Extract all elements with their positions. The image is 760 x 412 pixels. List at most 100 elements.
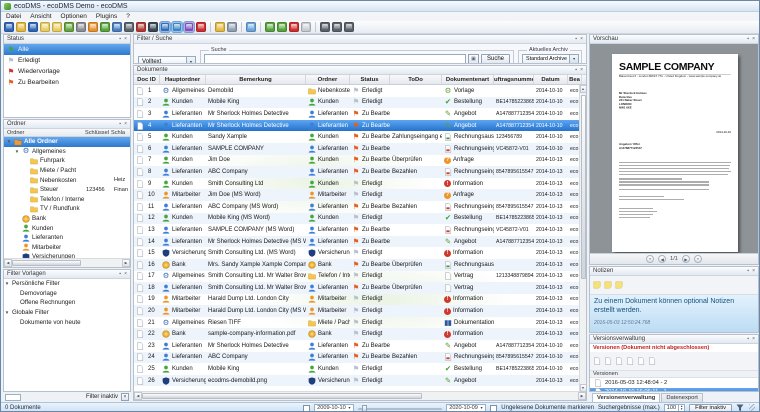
last-page-button[interactable]: » [694, 255, 702, 263]
mark-unread-checkbox[interactable] [490, 405, 497, 412]
close-icon[interactable]: × [124, 36, 127, 42]
table-row[interactable]: 20MitarbeiterHarald Dump Ltd. London Cit… [134, 305, 586, 317]
close-icon[interactable]: × [752, 336, 755, 342]
folder-item-allgemeines[interactable]: ▼⚙Allgemeines [4, 147, 130, 157]
column-header-todo[interactable]: ToDo [390, 75, 442, 84]
version-tool-button-4[interactable] [626, 352, 634, 370]
date-range-slider[interactable] [358, 404, 442, 412]
column-header-bemerkung[interactable]: Bemerkung [206, 75, 306, 84]
table-row[interactable]: 22Banksample-company-information.pdfBank… [134, 328, 586, 340]
table-view-button[interactable] [112, 22, 122, 32]
clipboard-ok-button[interactable] [277, 22, 287, 32]
scales-button[interactable] [124, 22, 134, 32]
tab-versionenverwaltung[interactable]: Versionenverwaltung [592, 393, 660, 402]
table-row[interactable]: 17⚙AllgemeinesSmith Consulting Ltd. Mr W… [134, 271, 586, 283]
undock-icon[interactable]: ▪ [747, 268, 749, 274]
filter-group-persönliche-filter[interactable]: ▼Persönliche Filter [4, 279, 130, 289]
col-ordner[interactable]: Ordner [7, 130, 85, 136]
tab-datenexport[interactable]: Datenexport [661, 393, 703, 402]
save-button[interactable] [4, 22, 14, 32]
version-tool-button-2[interactable] [604, 352, 612, 370]
folder-item-steuer[interactable]: Steuer123456Finan [4, 185, 130, 195]
undock-icon[interactable]: ▪ [119, 271, 121, 277]
new-document-button[interactable] [215, 22, 225, 32]
history-clock-button[interactable] [88, 22, 98, 32]
menu-item-ansicht[interactable]: Ansicht [30, 13, 51, 20]
table-row[interactable]: 21⚙AllgemeinesRiesen TIFFMiete / Pacht⚑E… [134, 317, 586, 329]
table-row[interactable]: 9KundenSmith Consulting LtdKunden⚑Erledi… [134, 178, 586, 190]
close-icon[interactable]: × [124, 121, 127, 127]
table-row[interactable]: 11LieferantenABC Company (MS Word)Liefer… [134, 201, 586, 213]
undock-icon[interactable]: ▪ [575, 36, 577, 42]
table-row[interactable]: 24LieferantenABC CompanyLieferanten⚑Zu B… [134, 352, 586, 364]
table-row[interactable]: 16BankMrs. Sandy Xample Xample CompanyBa… [134, 259, 586, 271]
folder-item-telefon-internet[interactable]: Telefon / Internet [4, 195, 130, 205]
status-item-erledigt[interactable]: ⚑Erledigt [4, 55, 130, 66]
note-content[interactable]: Zu einem Dokument können optional Notize… [590, 295, 758, 332]
folder-edit-button[interactable] [64, 22, 74, 32]
menu-item-optionen[interactable]: Optionen [61, 13, 87, 20]
date-from-checkbox[interactable] [303, 405, 310, 412]
table-row[interactable]: 7KundenJim DoeKunden⚑Zu BearbeitenÜberpr… [134, 155, 586, 167]
table-row[interactable]: 14LieferantenMr Sherlock Holmes Detectiv… [134, 236, 586, 248]
search-mode-select[interactable]: Volltext ▼ [138, 56, 196, 63]
clipboard-add-button[interactable] [265, 22, 275, 32]
menu-item-plugins[interactable]: Plugins [96, 13, 117, 20]
undock-icon[interactable]: ▪ [747, 36, 749, 42]
table-row[interactable]: 19MitarbeiterHarald Dump Ltd. London Cit… [134, 294, 586, 306]
close-icon[interactable]: × [580, 36, 583, 42]
email-button[interactable] [40, 22, 50, 32]
close-icon[interactable]: × [580, 67, 583, 73]
column-header-auftragsnummer[interactable]: Auftragsnummer [494, 75, 534, 84]
date-to-field[interactable]: 2020-10-09▼ [446, 404, 486, 412]
folder-item-kunden[interactable]: Kunden [4, 223, 130, 233]
status-item-wiedervorlage[interactable]: ⚑Wiedervorlage [4, 66, 130, 77]
email-attach-button[interactable] [52, 22, 62, 32]
folder-item-alle-ordner[interactable]: ▼Alle Ordner [4, 137, 130, 147]
undock-icon[interactable]: ▪ [119, 121, 121, 127]
edit-note-button[interactable] [604, 276, 612, 294]
search-input[interactable] [204, 54, 466, 63]
status-item-alle[interactable]: ⚑Alle [4, 44, 130, 55]
table-row[interactable]: 4LieferantenMr Sherlock Holmes Detective… [134, 120, 586, 132]
column-header-status[interactable]: Status [350, 75, 390, 84]
table-row[interactable]: 25KundenMobile KingKunden⚑Erledigt✔Beste… [134, 363, 586, 375]
version-tool-button-5[interactable] [637, 352, 645, 370]
undock-icon[interactable]: ▪ [119, 36, 121, 42]
inbox-print-button[interactable] [136, 22, 146, 32]
filter-group-globale-filter[interactable]: ▼Globale Filter [4, 308, 130, 318]
status-item-zu-bearbeiten[interactable]: ⚑Zu Bearbeiten [4, 77, 130, 88]
version-item[interactable]: 2016-05-03 12:48:04 - 2 [590, 378, 758, 388]
column-header-bea[interactable]: Bea [568, 75, 582, 84]
column-header-ordner[interactable]: Ordner [306, 75, 350, 84]
table-row[interactable]: 6LieferantenSAMPLE COMPANYLieferanten⚑Zu… [134, 143, 586, 155]
add-note-button[interactable] [593, 276, 601, 294]
documents-vscrollbar[interactable]: ▲ ▼ [579, 85, 586, 392]
first-page-button[interactable]: « [646, 255, 654, 263]
prev-page-button[interactable]: ◀ [658, 255, 666, 263]
version-tool-button-6[interactable] [648, 352, 656, 370]
settings-2-button[interactable] [332, 22, 342, 32]
filter-clear-button[interactable]: × [121, 393, 129, 401]
undock-icon[interactable]: ▪ [747, 336, 749, 342]
blank-doc-button[interactable] [301, 22, 311, 32]
preview-canvas[interactable]: SAMPLE COMPANY Bakerstreet 6 - London BW… [590, 44, 758, 253]
archive-button[interactable] [76, 22, 86, 32]
settings-3-button[interactable] [344, 22, 354, 32]
folder-item-bank[interactable]: Bank [4, 214, 130, 224]
table-row[interactable]: 10MitarbeiterJim Doe (MS Word)Mitarbeite… [134, 189, 586, 201]
search-button[interactable] [172, 22, 182, 32]
refresh-button[interactable] [100, 22, 110, 32]
folder-hscrollbar[interactable]: ◀▶ [4, 258, 130, 267]
col-schlagwort[interactable]: Schla [111, 130, 127, 136]
export-pdf-button[interactable] [16, 22, 26, 32]
clear-search-button[interactable]: ▣ [468, 54, 479, 64]
folder-item-lieferanten[interactable]: Lieferanten [4, 233, 130, 243]
table-row[interactable]: 15VersicherungenSmith Consulting Ltd. (M… [134, 247, 586, 259]
filter-toggle-button[interactable]: Filter inaktiv [689, 404, 732, 412]
menu-item-?[interactable]: ? [126, 13, 130, 20]
remove-doc-button[interactable] [289, 22, 299, 32]
col-schluessel[interactable]: Schlüssel [85, 130, 111, 136]
close-icon[interactable]: × [752, 268, 755, 274]
table-row[interactable]: 12KundenMobile King (MS Word)Kunden⚑Erle… [134, 213, 586, 225]
